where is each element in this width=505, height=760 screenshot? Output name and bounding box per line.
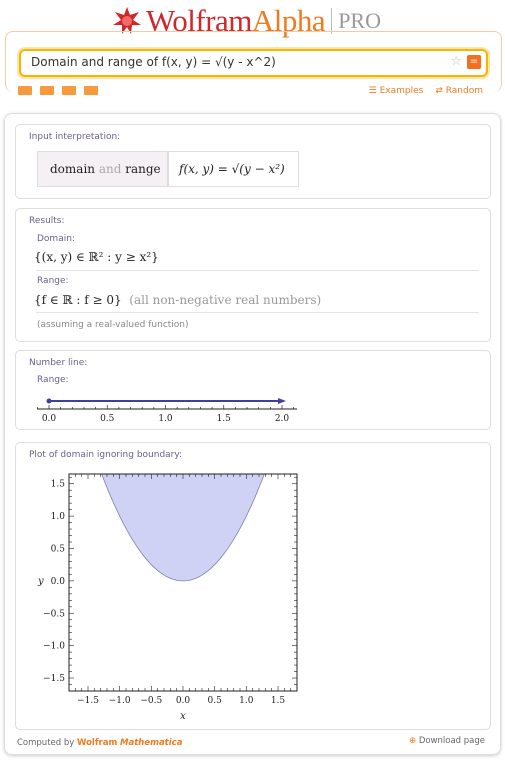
y-tick-label: 1.5: [51, 480, 66, 490]
tick-label: 1.0: [158, 414, 173, 424]
y-tick-label: −1.0: [43, 642, 65, 652]
keyword-and: and: [98, 162, 122, 176]
arrow-head: [278, 398, 286, 404]
divider: [36, 312, 479, 313]
computed-by-label: Computed by: [17, 738, 75, 748]
interpretation-keyword-cell: domain and range: [37, 151, 169, 187]
keyword-domain: domain: [50, 162, 96, 176]
mathematica-label: Mathematica: [120, 738, 183, 748]
closed-endpoint: [46, 398, 52, 404]
examples-label: Examples: [379, 86, 424, 96]
tick-label: 0.0: [42, 414, 57, 424]
x-tick-label: 1.5: [271, 696, 286, 706]
range-label: Range:: [37, 276, 69, 286]
divider: [36, 270, 479, 271]
x-axis-label: x: [180, 711, 186, 722]
x-tick-label: 1.0: [239, 696, 254, 706]
star-favorite-icon[interactable]: ☆: [450, 54, 462, 69]
examples-link[interactable]: ☰ Examples: [369, 86, 424, 96]
formula: f(x, y) = √(y − x²): [179, 162, 285, 176]
range-value: {f ∈ ℝ : f ≥ 0}: [34, 293, 122, 307]
domain-plot: −1.5 −1.0 −0.5 0.0 0.5 1.0 1.5 1.5 1.0 0.5 0.0 −0.5…: [37, 473, 298, 722]
download-label: Download page: [418, 736, 485, 746]
interpretation-formula-cell: f(x, y) = √(y − x²): [167, 151, 299, 187]
table-icon[interactable]: [62, 86, 76, 95]
pod-results: Results: Domain: {(x, y) ∈ ℝ² : y ≥ x²} …: [15, 208, 491, 342]
number-line-chart: 0.0 0.5 1.0 1.5 2.0: [37, 398, 297, 424]
domain-label: Domain:: [37, 234, 75, 244]
random-link[interactable]: ⇄ Random: [435, 86, 483, 96]
random-label: Random: [445, 86, 483, 96]
tick-label: 2.0: [275, 414, 290, 424]
upload-icon[interactable]: [84, 86, 98, 95]
assumption-note: (assuming a real-valued function): [37, 320, 189, 330]
y-tick-label: 0.0: [51, 577, 66, 587]
search-box[interactable]: ☆ =: [19, 49, 488, 77]
download-page-link[interactable]: ⊕ Download page: [409, 736, 485, 746]
x-tick-label: −0.5: [140, 696, 162, 706]
y-tick-label: −1.5: [43, 674, 65, 684]
domain-value: {(x, y) ∈ ℝ² : y ≥ x²}: [34, 250, 159, 264]
keyboard-icon[interactable]: [18, 86, 32, 95]
pod-title: Input interpretation:: [29, 132, 121, 142]
x-tick-label: 0.5: [208, 696, 223, 706]
domain-region: [100, 474, 266, 581]
download-icon: ⊕: [408, 736, 417, 746]
y-axis-label: y: [37, 576, 44, 587]
search-input[interactable]: [29, 54, 443, 70]
y-tick-label: −0.5: [43, 609, 65, 619]
range-note: (all non-negative real numbers): [129, 293, 322, 307]
pod-number-line: Number line: Range: 0.0 0.5 1.0 1.5 2.0: [15, 350, 491, 430]
pod-input-interpretation: Input interpretation: domain and range f…: [15, 124, 491, 199]
computed-by[interactable]: Computed by Wolfram Mathematica: [17, 738, 182, 748]
x-tick-label: −1.0: [109, 696, 131, 706]
y-tick-label: 1.0: [51, 512, 66, 522]
pod-title: Results:: [29, 216, 65, 226]
camera-icon[interactable]: [40, 86, 54, 95]
y-tick-label: 0.5: [51, 544, 66, 554]
tick-label: 1.5: [217, 414, 232, 424]
tick-label: 0.5: [100, 414, 115, 424]
pod-domain-plot: Plot of domain ignoring boundary: −1.5 −1…: [15, 442, 491, 730]
x-tick-label: 0.0: [176, 696, 191, 706]
x-tick-label: −1.5: [77, 696, 99, 706]
equals-submit-button[interactable]: =: [467, 55, 481, 69]
keyword-range: range: [125, 162, 161, 176]
wolfram-label: Wolfram: [77, 738, 118, 748]
